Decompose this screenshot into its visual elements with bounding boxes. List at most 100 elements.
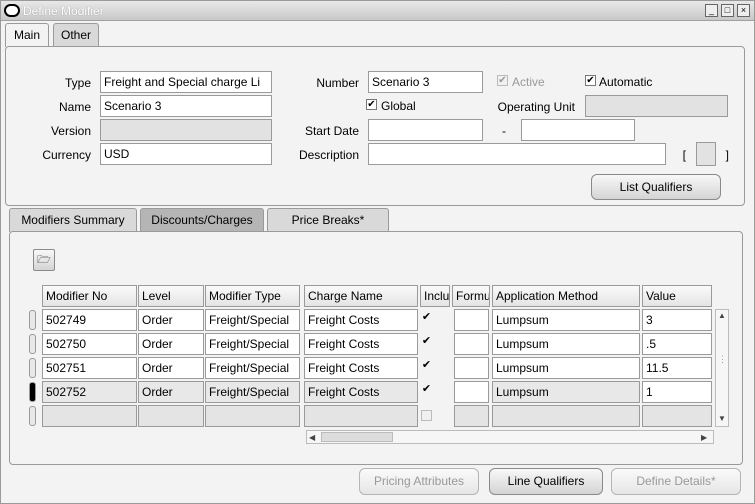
level-cell[interactable]: Order: [138, 357, 204, 379]
scroll-left-icon[interactable]: ◀: [309, 433, 315, 442]
horizontal-scrollbar[interactable]: ◀ ▶: [306, 430, 714, 444]
start-date-label: Start Date: [304, 124, 359, 138]
line-qualifiers-button[interactable]: Line Qualifiers: [489, 468, 603, 495]
type-field[interactable]: Freight and Special charge Li: [100, 71, 272, 93]
row-selector[interactable]: [29, 310, 36, 330]
automatic-checkbox[interactable]: ✔: [585, 75, 596, 86]
tab-main[interactable]: Main: [5, 23, 49, 47]
currency-label: Currency: [42, 148, 91, 162]
row-selector[interactable]: [29, 334, 36, 354]
row-selector[interactable]: [29, 358, 36, 378]
number-field[interactable]: Scenario 3: [368, 71, 483, 93]
tab-price-breaks[interactable]: Price Breaks*: [267, 208, 389, 232]
modifier-type-cell[interactable]: Freight/Special: [205, 333, 300, 355]
descriptive-flexfield[interactable]: [696, 142, 716, 166]
application-method-cell[interactable]: Lumpsum: [492, 309, 640, 331]
value-cell[interactable]: 3: [642, 309, 712, 331]
charge-name-cell[interactable]: Freight Costs: [304, 381, 418, 403]
automatic-label: Automatic: [599, 75, 653, 89]
column-header-formula: Formu: [452, 285, 490, 307]
include-checkbox[interactable]: ✔: [421, 312, 432, 323]
modifier-no-cell[interactable]: 502752: [42, 381, 137, 403]
operating-unit-label: Operating Unit: [497, 100, 575, 114]
modifier-no-cell[interactable]: [42, 405, 137, 427]
charge-name-cell[interactable]: Freight Costs: [304, 333, 418, 355]
number-label: Number: [316, 76, 359, 90]
application-method-cell[interactable]: Lumpsum: [492, 333, 640, 355]
close-icon[interactable]: ×: [737, 4, 750, 17]
version-label: Version: [50, 124, 91, 138]
charge-name-cell[interactable]: Freight Costs: [304, 357, 418, 379]
date-separator: -: [502, 124, 506, 138]
scroll-down-icon[interactable]: ▼: [718, 414, 726, 423]
type-label: Type: [64, 76, 91, 90]
level-cell[interactable]: [138, 405, 204, 427]
column-header-level: Level: [138, 285, 204, 307]
start-date-field[interactable]: [368, 119, 483, 141]
column-header-modifier-no: Modifier No: [42, 285, 137, 307]
modifier-type-cell[interactable]: Freight/Special: [205, 357, 300, 379]
version-field[interactable]: [100, 119, 272, 141]
description-field[interactable]: [368, 143, 666, 165]
formula-cell[interactable]: [454, 381, 489, 403]
include-checkbox[interactable]: [421, 410, 432, 421]
row-selector[interactable]: [29, 406, 36, 426]
modifier-no-cell[interactable]: 502750: [42, 333, 137, 355]
column-header-value: Value: [642, 285, 712, 307]
list-qualifiers-button[interactable]: List Qualifiers: [591, 174, 721, 200]
value-cell[interactable]: [642, 405, 712, 427]
global-checkbox[interactable]: ✔: [366, 99, 377, 110]
scroll-grip-icon[interactable]: ⋮: [718, 354, 727, 365]
description-label: Description: [298, 148, 359, 162]
modifier-type-cell[interactable]: Freight/Special: [205, 381, 300, 403]
minimize-icon[interactable]: _: [705, 4, 718, 17]
formula-cell[interactable]: [454, 333, 489, 355]
pricing-attributes-button[interactable]: Pricing Attributes: [359, 468, 479, 495]
end-date-field[interactable]: [521, 119, 635, 141]
level-cell[interactable]: Order: [138, 381, 204, 403]
level-cell[interactable]: Order: [138, 309, 204, 331]
scroll-thumb[interactable]: [321, 432, 393, 442]
include-checkbox[interactable]: ✔: [421, 360, 432, 371]
operating-unit-field[interactable]: [585, 95, 728, 117]
column-header-include: Inclu: [420, 285, 450, 307]
include-checkbox[interactable]: ✔: [421, 384, 432, 395]
window-title: Define Modifier: [23, 4, 104, 18]
tab-discounts-charges[interactable]: Discounts/Charges: [140, 208, 264, 232]
value-cell[interactable]: .5: [642, 333, 712, 355]
flexfield-close-bracket: ]: [725, 148, 729, 162]
scroll-right-icon[interactable]: ▶: [701, 433, 707, 442]
value-cell[interactable]: 11.5: [642, 357, 712, 379]
column-header-modifier-type: Modifier Type: [205, 285, 300, 307]
formula-cell[interactable]: [454, 405, 489, 427]
modifier-type-cell[interactable]: [205, 405, 300, 427]
charge-name-cell[interactable]: Freight Costs: [304, 309, 418, 331]
value-cell[interactable]: 1: [642, 381, 712, 403]
level-cell[interactable]: Order: [138, 333, 204, 355]
tab-modifiers-summary[interactable]: Modifiers Summary: [9, 208, 137, 232]
include-checkbox[interactable]: ✔: [421, 336, 432, 347]
column-header-charge-name: Charge Name: [304, 285, 418, 307]
define-details-button[interactable]: Define Details*: [611, 468, 741, 495]
tab-other[interactable]: Other: [53, 23, 99, 47]
application-method-cell[interactable]: [492, 405, 640, 427]
define-modifier-window: Define Modifier _ □ × Main Other Type Fr…: [0, 0, 755, 504]
modifier-no-cell[interactable]: 502751: [42, 357, 137, 379]
column-header-application-method: Application Method: [492, 285, 640, 307]
open-folder-icon[interactable]: 🗁: [33, 249, 55, 271]
current-row-indicator[interactable]: [29, 382, 36, 402]
formula-cell[interactable]: [454, 309, 489, 331]
formula-cell[interactable]: [454, 357, 489, 379]
application-method-cell[interactable]: Lumpsum: [492, 357, 640, 379]
vertical-scrollbar[interactable]: ▲ ⋮ ▼: [715, 309, 729, 427]
maximize-icon[interactable]: □: [721, 4, 734, 17]
flexfield-open-bracket: [: [682, 148, 686, 162]
currency-field[interactable]: USD: [100, 143, 272, 165]
scroll-up-icon[interactable]: ▲: [718, 311, 726, 320]
active-checkbox[interactable]: ✔: [497, 75, 508, 86]
modifier-no-cell[interactable]: 502749: [42, 309, 137, 331]
charge-name-cell[interactable]: [304, 405, 418, 427]
modifier-type-cell[interactable]: Freight/Special: [205, 309, 300, 331]
application-method-cell[interactable]: Lumpsum: [492, 381, 640, 403]
name-field[interactable]: Scenario 3: [100, 95, 272, 117]
